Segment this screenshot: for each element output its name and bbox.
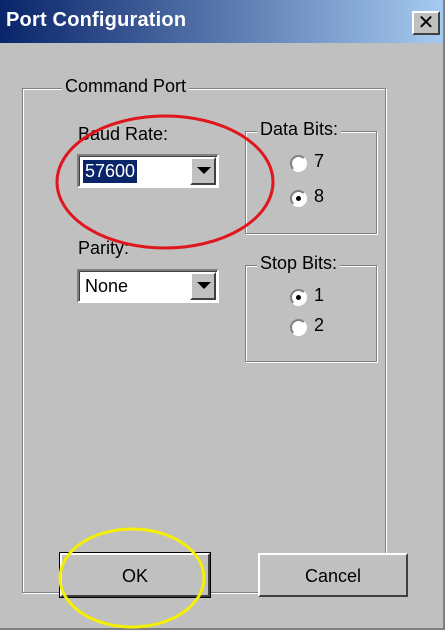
- data-bits-group: [245, 131, 377, 234]
- close-icon: ✕: [417, 10, 435, 34]
- chevron-down-icon[interactable]: [190, 157, 216, 185]
- data-bits-8-label: 8: [314, 186, 325, 206]
- parity-value: None: [85, 276, 129, 296]
- stop-bits-2-label: 2: [314, 315, 325, 335]
- window-title: Port Configuration: [6, 9, 187, 31]
- stop-bits-group: [245, 265, 377, 362]
- data-bits-8-radio[interactable]: [290, 190, 307, 207]
- data-bits-7-radio[interactable]: [290, 155, 307, 172]
- cancel-button[interactable]: Cancel: [258, 553, 408, 597]
- baud-rate-value: 57600: [83, 160, 138, 183]
- baud-rate-select[interactable]: 57600: [77, 154, 219, 188]
- parity-label: Parity:: [78, 238, 130, 258]
- close-button[interactable]: ✕: [412, 11, 440, 35]
- port-configuration-dialog: Port Configuration ✕ Command Port Baud R…: [0, 0, 445, 630]
- parity-select[interactable]: None: [77, 269, 219, 303]
- title-bar: Port Configuration ✕: [0, 0, 443, 43]
- baud-rate-label: Baud Rate:: [78, 124, 169, 144]
- stop-bits-label: Stop Bits:: [257, 253, 341, 274]
- chevron-down-icon[interactable]: [190, 272, 216, 300]
- data-bits-label: Data Bits:: [257, 119, 342, 140]
- stop-bits-1-radio[interactable]: [290, 289, 307, 306]
- ok-button[interactable]: OK: [59, 552, 211, 598]
- command-port-label: Command Port: [62, 76, 190, 97]
- stop-bits-1-label: 1: [314, 285, 325, 305]
- data-bits-7-label: 7: [314, 151, 325, 171]
- stop-bits-2-radio[interactable]: [290, 319, 307, 336]
